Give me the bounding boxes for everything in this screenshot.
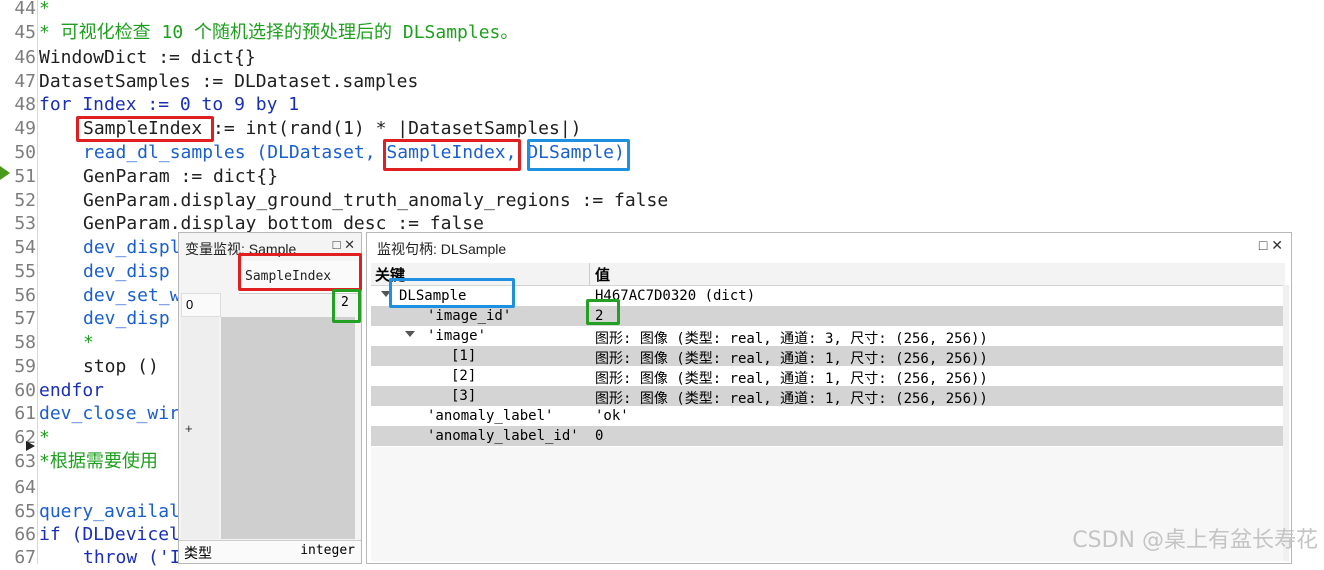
code-line[interactable]: 45 * 可视化检查 10 个随机选择的预处理后的 DLSamples。	[0, 21, 1324, 45]
code-text: GenParam := dict{}	[83, 166, 279, 187]
highlight-box	[238, 253, 362, 291]
code-line[interactable]: 51 GenParam := dict{}	[0, 165, 1324, 189]
row-key: 'anomaly_label'	[427, 408, 554, 424]
row-value: 图形: 图像 (类型: real, 通道: 1, 尺寸: (256, 256))	[595, 351, 988, 367]
close-icon[interactable]: ✕	[344, 237, 355, 252]
line-number: 65	[14, 501, 36, 522]
line-number: 58	[14, 332, 36, 353]
table-row[interactable]: [3] 图形: 图像 (类型: real, 通道: 1, 尺寸: (256, 2…	[371, 386, 1285, 407]
code-text: if (DLDevicel	[39, 524, 180, 545]
code-text: GenParam.display_ground_truth_anomaly_re…	[83, 190, 669, 211]
code-text: throw ('I	[83, 547, 181, 568]
code-text: query_availal	[39, 501, 180, 522]
code-line[interactable]: 47 DatasetSamples := DLDataset.samples	[0, 70, 1324, 94]
line-number: 64	[14, 477, 36, 498]
line-number: 44	[14, 0, 36, 19]
code-text: endfor	[39, 380, 105, 401]
expand-icon[interactable]: +	[185, 421, 193, 436]
code-text: dev_disp	[83, 308, 170, 329]
table-row[interactable]: [2] 图形: 图像 (类型: real, 通道: 1, 尺寸: (256, 2…	[371, 366, 1285, 387]
row-value: 图形: 图像 (类型: real, 通道: 1, 尺寸: (256, 256))	[595, 391, 988, 407]
code-line[interactable]: 44 *	[0, 0, 1324, 21]
table-row[interactable]: 'image' 图形: 图像 (类型: real, 通道: 3, 尺寸: (25…	[371, 326, 1285, 347]
close-icon[interactable]: ✕	[1271, 237, 1283, 253]
line-number: 52	[14, 190, 36, 211]
code-line[interactable]: 52 GenParam.display_ground_truth_anomaly…	[0, 189, 1324, 213]
line-number: 50	[14, 142, 36, 163]
handle-watch-panel[interactable]: 监视句柄: DLSample □ ✕ 关键 值 DLSample H467AC7…	[366, 232, 1292, 564]
line-number: 49	[14, 118, 36, 139]
variable-watch-panel[interactable]: 变量监视: Sample □ ✕ SampleIndex 0 2 + 类型 in…	[178, 232, 362, 564]
code-text: *根据需要使用	[39, 451, 158, 472]
row-key: [3]	[451, 388, 477, 404]
row-value: 图形: 图像 (类型: real, 通道: 1, 尺寸: (256, 256))	[595, 371, 988, 387]
code-text: WindowDict := dict{}	[39, 47, 256, 68]
row-key: 'image_id'	[427, 308, 512, 324]
line-number: 47	[14, 71, 36, 92]
code-line[interactable]: 46 WindowDict := dict{}	[0, 46, 1324, 70]
type-footer: 类型 integer	[179, 540, 361, 563]
empty-grid-area	[221, 317, 355, 539]
highlight-box	[586, 299, 620, 325]
line-number: 46	[14, 47, 36, 68]
line-number: 60	[14, 380, 36, 401]
line-number: 57	[14, 308, 36, 329]
highlight-box	[527, 139, 630, 171]
type-label: 类型	[184, 545, 212, 561]
row-header-label: 0	[186, 297, 194, 312]
code-line[interactable]: 48 for Index := 0 to 9 by 1	[0, 93, 1324, 117]
column-header-value[interactable]: 值	[595, 264, 610, 285]
code-text: dev_displ	[83, 237, 181, 258]
line-number: 48	[14, 94, 36, 115]
code-text: DatasetSamples := DLDataset.samples	[39, 71, 419, 92]
table-row[interactable]: 'anomaly_label_id' 0	[371, 426, 1285, 446]
code-text: *	[39, 0, 50, 19]
dock-icon[interactable]: □	[1259, 237, 1267, 253]
row-key: [2]	[451, 368, 477, 384]
code-text: stop ()	[83, 356, 159, 377]
row-key: 'anomaly_label_id'	[427, 428, 579, 444]
highlight-box	[383, 139, 521, 171]
highlight-box	[76, 116, 214, 142]
type-value: integer	[300, 543, 355, 558]
table-row[interactable]: 'anomaly_label' 'ok'	[371, 406, 1285, 426]
code-text: dev_disp	[83, 261, 170, 282]
line-number: 61	[14, 403, 36, 424]
breakpoint-arrow-icon	[26, 441, 35, 451]
code-text: *	[83, 332, 94, 353]
code-text: dev_close_wir	[39, 403, 180, 424]
row-header[interactable]: 0	[181, 293, 221, 317]
line-number: 45	[14, 22, 36, 43]
line-number: 56	[14, 285, 36, 306]
column-separator[interactable]	[589, 263, 590, 285]
highlight-box	[332, 289, 361, 323]
code-text: *	[39, 427, 50, 448]
panel-title: 监视句柄: DLSample	[377, 241, 507, 257]
line-number: 66	[14, 524, 36, 545]
row-key: [1]	[451, 348, 477, 364]
dock-icon[interactable]: □	[333, 237, 341, 252]
row-value: 'ok'	[595, 408, 629, 424]
code-text: * 可视化检查 10 个随机选择的预处理后的 DLSamples。	[39, 22, 519, 43]
line-number: 63	[14, 451, 36, 472]
line-number: 54	[14, 237, 36, 258]
collapse-triangle-icon[interactable]	[405, 331, 415, 337]
code-line[interactable]: 50 read_dl_samples (DLDataset, SampleInd…	[0, 141, 1324, 165]
line-number: 55	[14, 261, 36, 282]
line-number: 67	[14, 547, 36, 568]
table-row[interactable]: [1] 图形: 图像 (类型: real, 通道: 1, 尺寸: (256, 2…	[371, 346, 1285, 367]
watermark: CSDN @桌上有盆长寿花	[1072, 528, 1318, 553]
line-number: 53	[14, 213, 36, 234]
code-text: for Index := 0 to 9 by 1	[39, 94, 300, 115]
line-number: 59	[14, 356, 36, 377]
table-row[interactable]: 'image_id' 2	[371, 306, 1285, 326]
current-line-arrow-icon	[0, 166, 10, 180]
row-value: 0	[595, 428, 604, 444]
highlight-box	[389, 278, 515, 308]
row-value: 图形: 图像 (类型: real, 通道: 3, 尺寸: (256, 256))	[595, 331, 988, 347]
vertical-scrollbar[interactable]	[1283, 285, 1289, 561]
row-key: 'image'	[427, 328, 487, 344]
code-text: dev_set_w	[83, 285, 181, 306]
